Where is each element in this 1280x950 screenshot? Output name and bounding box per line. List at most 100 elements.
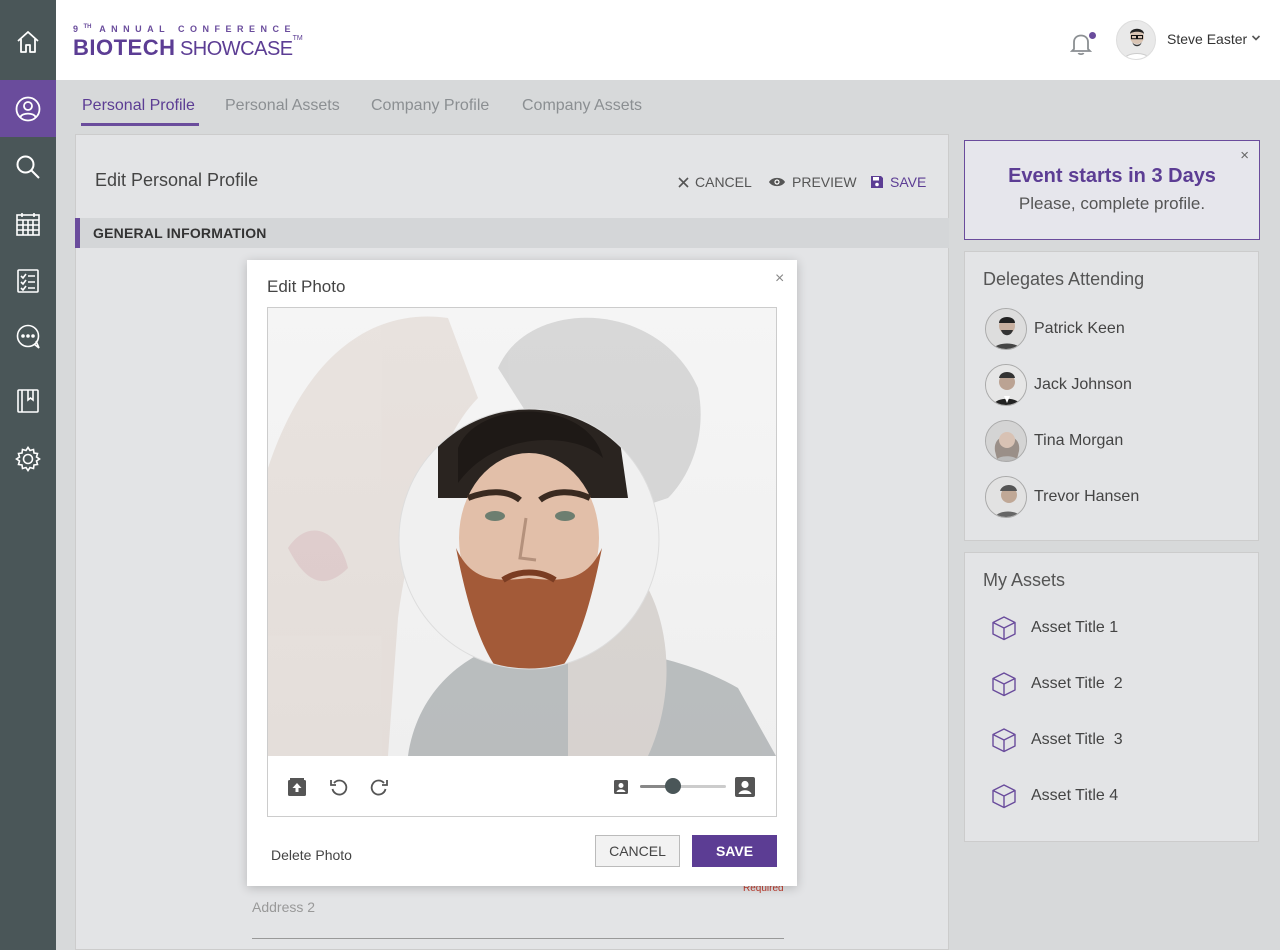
asset-item[interactable]: Asset Title 1 — [991, 613, 1118, 643]
event-subtitle: Please, complete profile. — [1018, 194, 1206, 213]
tab-company-assets[interactable]: Company Assets — [522, 97, 642, 126]
card-title: Edit Personal Profile — [95, 170, 259, 190]
modal-close-icon[interactable]: × — [775, 270, 784, 288]
event-title: Event starts in 3 Days — [1008, 165, 1216, 187]
cube-icon — [992, 616, 1016, 641]
delegate-name: Patrick Keen — [1034, 320, 1125, 337]
home-icon — [17, 30, 39, 53]
section-title: GENERAL INFORMATION — [93, 225, 267, 241]
notification-dot — [1089, 32, 1096, 39]
delegate-portrait — [986, 421, 1026, 461]
address2-field[interactable]: Address 2 — [252, 899, 315, 915]
logo-tagline-num: 9 — [73, 24, 84, 34]
cancel-button[interactable]: CANCEL — [678, 174, 752, 190]
zoom-slider-handle[interactable] — [664, 778, 681, 794]
rotate-left-button[interactable] — [328, 776, 350, 798]
portrait-small-icon — [614, 780, 628, 794]
upload-photo-button[interactable] — [286, 776, 308, 798]
delegate-name: Tina Morgan — [1034, 432, 1124, 449]
book-icon — [17, 388, 39, 413]
cancel-label: CANCEL — [695, 174, 752, 190]
rotate-right-icon — [370, 779, 388, 796]
event-close-icon[interactable]: × — [1240, 147, 1249, 164]
cube-icon — [992, 672, 1016, 697]
modal-cancel-button[interactable]: CANCEL — [595, 835, 680, 867]
delegate-avatar — [985, 476, 1027, 518]
rotate-right-button[interactable] — [368, 776, 390, 798]
delegate-item[interactable]: Patrick Keen — [985, 308, 1125, 350]
sidebar-item-chat[interactable] — [0, 308, 56, 365]
logo-tagline-sup: TH — [83, 24, 92, 30]
delegate-item[interactable]: Tina Morgan — [985, 420, 1123, 462]
gear-icon — [15, 445, 41, 472]
eye-icon — [769, 177, 785, 187]
delegate-name: Jack Johnson — [1034, 376, 1132, 393]
sidebar-item-library[interactable] — [0, 372, 56, 429]
delegate-portrait — [986, 477, 1026, 517]
floppy-icon — [871, 176, 883, 188]
asset-title: Asset Title 1 — [1031, 619, 1119, 636]
asset-title: Asset Title 4 — [1031, 787, 1119, 804]
calendar-icon — [16, 212, 40, 236]
delegates-panel: Delegates Attending Patrick Keen Jack Jo… — [964, 251, 1259, 541]
profile-photo — [268, 316, 776, 756]
delegate-name: Trevor Hansen — [1034, 488, 1140, 505]
logo-brand-bold: BIOTECH — [73, 35, 176, 60]
preview-button[interactable]: PREVIEW — [768, 174, 857, 190]
asset-title: Asset Title 2 — [1031, 675, 1123, 692]
user-avatar[interactable] — [1116, 20, 1156, 60]
delegate-avatar — [985, 308, 1027, 350]
profile-icon — [15, 96, 41, 121]
zoom-slider-track[interactable] — [640, 785, 726, 788]
close-icon — [678, 176, 689, 188]
assets-title: My Assets — [983, 570, 1066, 590]
sidebar-item-search[interactable] — [0, 138, 56, 195]
asset-title: Asset Title 3 — [1031, 731, 1123, 748]
search-icon — [16, 155, 40, 179]
delegate-avatar — [985, 364, 1027, 406]
tab-active-indicator — [81, 123, 199, 126]
user-name[interactable]: Steve Easter — [1167, 31, 1247, 47]
delegate-item[interactable]: Jack Johnson — [985, 364, 1132, 406]
sidebar-item-checklist[interactable] — [0, 252, 56, 309]
chevron-down-icon[interactable] — [1251, 34, 1261, 42]
cube-icon — [992, 728, 1016, 753]
checklist-icon — [17, 268, 39, 293]
portrait-large-icon — [735, 777, 755, 797]
zoom-out-button[interactable] — [610, 776, 632, 798]
photo-toolbar — [268, 756, 776, 816]
photo-editor — [267, 307, 777, 817]
asset-item[interactable]: Asset Title 2 — [991, 669, 1123, 699]
save-button[interactable]: SAVE — [870, 174, 926, 190]
photo-crop-area[interactable] — [268, 308, 776, 756]
delete-photo-link[interactable]: Delete Photo — [271, 847, 352, 863]
sidebar-item-settings[interactable] — [0, 430, 56, 487]
header: 9TH ANNUAL CONFERENCE BIOTECH SHOWCASETM… — [56, 0, 1280, 80]
sidebar-item-calendar[interactable] — [0, 195, 56, 252]
sidebar-item-profile[interactable] — [0, 80, 56, 137]
delegate-avatar — [985, 420, 1027, 462]
upload-icon — [288, 778, 306, 796]
event-notice: × Event starts in 3 Days Please, complet… — [964, 140, 1260, 240]
save-label: SAVE — [890, 174, 927, 190]
sidebar — [0, 0, 56, 950]
rotate-left-icon — [330, 779, 348, 796]
logo-brand-tm: TM — [292, 35, 303, 42]
tab-personal-assets[interactable]: Personal Assets — [225, 97, 340, 126]
delegate-portrait — [986, 309, 1026, 349]
delegate-item[interactable]: Trevor Hansen — [985, 476, 1139, 518]
cube-icon — [992, 784, 1016, 809]
modal-save-button[interactable]: SAVE — [692, 835, 777, 867]
asset-item[interactable]: Asset Title 4 — [991, 781, 1118, 811]
user-portrait — [1123, 28, 1151, 59]
asset-item[interactable]: Asset Title 3 — [991, 725, 1123, 755]
logo-tagline: ANNUAL CONFERENCE — [99, 24, 297, 34]
brand-logo[interactable]: 9TH ANNUAL CONFERENCE BIOTECH SHOWCASETM — [73, 24, 303, 61]
zoom-in-button[interactable] — [734, 776, 756, 798]
delegates-title: Delegates Attending — [983, 269, 1145, 289]
modal-title: Edit Photo — [267, 277, 346, 296]
delegate-portrait — [986, 365, 1026, 405]
sidebar-item-home[interactable] — [0, 13, 56, 70]
tab-company-profile[interactable]: Company Profile — [371, 97, 489, 126]
tab-personal-profile[interactable]: Personal Profile — [82, 97, 195, 126]
